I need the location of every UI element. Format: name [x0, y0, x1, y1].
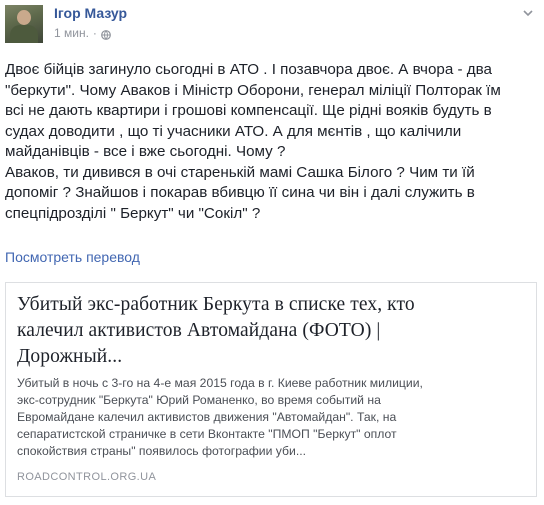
see-translation-link[interactable]: Посмотреть перевод	[5, 249, 140, 265]
post-line: майданівців - все і вже сьогодні. Чому ?	[5, 143, 286, 160]
author-name-link[interactable]: Ігор Мазур	[54, 5, 127, 21]
author-avatar[interactable]	[5, 5, 43, 43]
link-title-line: калечил активистов Автомайдана (ФОТО) |	[17, 320, 381, 341]
meta-separator: ·	[92, 26, 97, 40]
chevron-down-icon[interactable]	[522, 6, 534, 18]
facebook-post: Ігор Мазур 1 мин. · Двоє бійців загинуло…	[0, 0, 544, 505]
post-line: судах доводити , що ті учасники АТО. А д…	[5, 122, 462, 140]
link-preview-description: Убитый в ночь с 3-го на 4-е мая 2015 год…	[17, 375, 527, 460]
post-line: всі не дають квартири і грошові компенса…	[5, 102, 492, 119]
post-body: Двоє бійців загинуло сьогодні в АТО . І …	[5, 60, 535, 224]
link-desc-line: Убитый в ночь с 3-го на 4-е мая 2015 год…	[17, 376, 423, 390]
avatar-body-shape	[10, 25, 38, 43]
post-timestamp[interactable]: 1 мин.	[54, 26, 89, 40]
link-desc-line: Евромайдане калечил активистов движения …	[17, 410, 397, 424]
avatar-head-shape	[17, 10, 31, 25]
link-preview-domain: ROADCONTROL.ORG.UA	[17, 471, 157, 483]
post-line: Аваков, ти дивився в очі старенькій мамі…	[5, 163, 475, 181]
link-desc-line: спокойствия страны" появилось фотографии…	[17, 444, 306, 458]
post-line: спецпідрозділі " Беркут" чи "Сокіл" ?	[5, 204, 261, 222]
post-meta: 1 мин. ·	[54, 26, 111, 40]
link-desc-line: экс-сотрудник "Беркута" Юрий Романенко, …	[17, 393, 381, 407]
post-line: "беркути". Чому Аваков і Міністр Оборони…	[5, 81, 501, 99]
post-line: Двоє бійців загинуло сьогодні в АТО . І …	[5, 61, 492, 78]
link-preview-title[interactable]: Убитый экс-работник Беркута в списке тех…	[17, 292, 522, 370]
link-title-line: Убитый экс-работник Беркута в списке тех…	[17, 294, 415, 315]
link-preview-card[interactable]: Убитый экс-работник Беркута в списке тех…	[5, 282, 537, 497]
link-desc-line: сепаратистской страничке в сети Вконтакт…	[17, 427, 397, 441]
globe-icon[interactable]	[101, 29, 111, 40]
post-line: допоміг ? Знайшов і покарав вбивцю її си…	[5, 184, 475, 201]
link-title-line: Дорожный...	[17, 346, 123, 367]
